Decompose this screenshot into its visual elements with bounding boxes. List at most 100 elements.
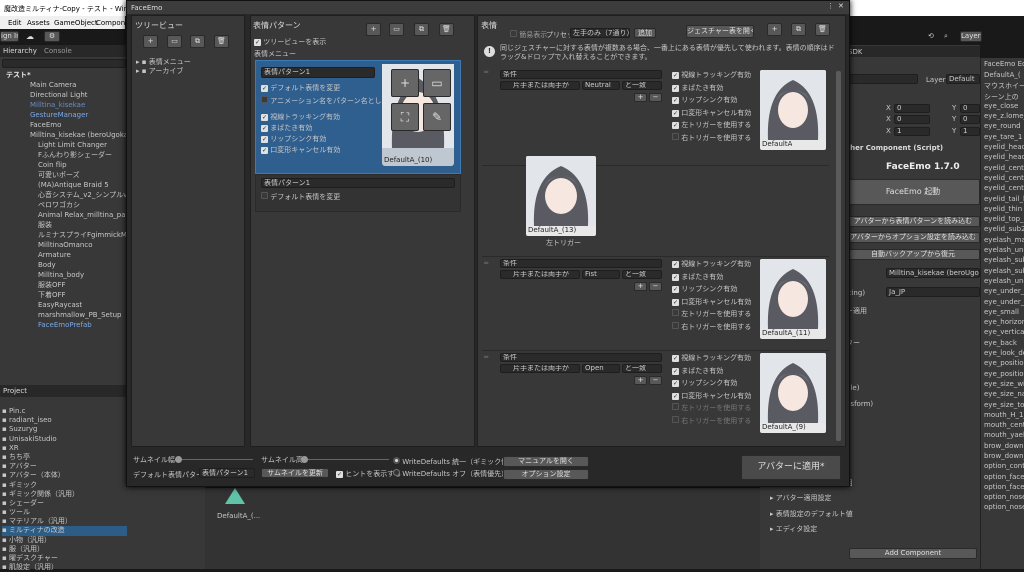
hand-dropdown[interactable]: 片手または両手が bbox=[500, 81, 580, 90]
list-item[interactable]: mouth_yaeb bbox=[984, 431, 1024, 441]
tree-item[interactable]: Milltina_kisekae bbox=[0, 100, 128, 110]
delete-icon[interactable]: 🗑 bbox=[214, 35, 229, 48]
tree-item[interactable]: 下着OFF bbox=[0, 290, 128, 300]
simple-view-checkbox[interactable]: 簡易表示 bbox=[510, 30, 547, 40]
folder-item[interactable]: ▪ ミルティナの改造 bbox=[2, 526, 127, 536]
match-dropdown[interactable]: と一致 bbox=[622, 364, 662, 373]
tree-item[interactable]: 服装 bbox=[0, 220, 128, 230]
default-thumbnail[interactable]: DefaultA_(13) bbox=[526, 156, 596, 236]
list-item[interactable]: eyelash_mai bbox=[984, 236, 1024, 246]
list-item[interactable]: eyelid_top_li bbox=[984, 215, 1024, 225]
remove-condition-icon[interactable]: − bbox=[649, 93, 662, 102]
restore-backup-button[interactable]: 自動バックアップから復元 bbox=[846, 249, 980, 260]
option-checkbox[interactable]: ✓ 口変形キャンセル有効 bbox=[672, 297, 760, 310]
add-component-button[interactable]: Add Component bbox=[849, 548, 977, 559]
list-item[interactable]: eye_size_nar bbox=[984, 390, 1024, 400]
option-checkbox[interactable]: 右トリガーを使用する bbox=[672, 321, 760, 335]
delete-expression-icon[interactable]: 🗑 bbox=[815, 23, 830, 36]
match-dropdown[interactable]: と一致 bbox=[622, 81, 662, 90]
list-item[interactable]: eye_small bbox=[984, 308, 1024, 318]
list-item[interactable]: eye_horizont bbox=[984, 318, 1024, 328]
list-item[interactable]: eyelid_head_ bbox=[984, 143, 1024, 153]
expression-row[interactable]: ═ 条件 片手または両手が Open と一致 + − ✓ 視線トラッキング有効 … bbox=[482, 350, 829, 444]
list-item[interactable]: eyelid_thin bbox=[984, 205, 1024, 215]
gesture-dropdown[interactable]: Open bbox=[582, 364, 620, 373]
tree-item[interactable]: GestureManager bbox=[0, 110, 128, 120]
foldout-apply-settings[interactable]: ▸ アバター適用設定 bbox=[770, 493, 831, 503]
show-tree-checkbox[interactable]: ✓ ツリービューを表示 bbox=[254, 37, 326, 47]
asset-label[interactable]: DefaultA_(... bbox=[217, 512, 260, 520]
option-checkbox[interactable]: 右トリガーを使用する bbox=[672, 132, 760, 146]
folder-item[interactable]: ▪ 服（汎用） bbox=[2, 545, 127, 554]
tree-item[interactable]: ペロワゴカシ bbox=[0, 200, 128, 210]
scale-y-field[interactable]: 1 bbox=[960, 127, 980, 136]
slider-handle[interactable] bbox=[301, 456, 308, 463]
list-item[interactable]: eyelash_unde bbox=[984, 246, 1024, 256]
tree-item[interactable]: Directional Light bbox=[0, 90, 128, 100]
foldout-editor-settings[interactable]: ▸ エディタ設定 bbox=[770, 524, 817, 534]
settings-icon[interactable]: ⚙ bbox=[44, 31, 60, 42]
list-item[interactable]: option_nose_ bbox=[984, 503, 1024, 513]
copy-expression-icon[interactable]: ⧉ bbox=[791, 23, 806, 36]
list-item[interactable]: eye_z.lome_ bbox=[984, 112, 1024, 122]
list-item[interactable]: eye_tare_1 bbox=[984, 133, 1024, 143]
drag-handle-icon[interactable]: ═ bbox=[484, 259, 488, 267]
thumb-width-slider[interactable] bbox=[175, 459, 253, 460]
folder-item[interactable]: ▪ 肌設定（汎用） bbox=[2, 563, 127, 572]
tree-item[interactable]: Milltina_body bbox=[0, 270, 128, 280]
add-image-icon[interactable]: + bbox=[391, 69, 419, 97]
tree-item[interactable]: Coin flip bbox=[0, 160, 128, 170]
drag-handle-icon[interactable]: ═ bbox=[484, 68, 488, 76]
option-checkbox[interactable]: ✓ まばたき有効 bbox=[672, 272, 760, 285]
expression-thumbnail[interactable]: DefaultA_(11) bbox=[760, 259, 826, 339]
update-thumbnail-button[interactable]: サムネイルを更新 bbox=[261, 468, 329, 478]
option-checkbox[interactable]: ✓ まばたき有効 bbox=[261, 123, 312, 133]
expression-row[interactable]: ═ 条件 片手または両手が Fist と一致 + − ✓ 視線トラッキング有効 … bbox=[482, 256, 829, 350]
tab-console[interactable]: Console bbox=[44, 47, 72, 55]
list-item[interactable]: eye_under_c bbox=[984, 287, 1024, 297]
pattern-card[interactable]: 表情パターン1 デフォルト表情を変更 bbox=[255, 174, 461, 212]
tree-item[interactable]: MilltinaOmanco bbox=[0, 240, 128, 250]
add-menu-icon[interactable]: + bbox=[143, 35, 158, 48]
position-y-field[interactable]: 0 bbox=[960, 104, 980, 113]
tree-item[interactable]: (MA)Antique Braid 5 bbox=[0, 180, 128, 190]
remove-condition-icon[interactable]: − bbox=[649, 282, 662, 291]
tree-item[interactable]: ルミナスプライFgimmickMA bbox=[0, 230, 128, 240]
add-condition-icon[interactable]: + bbox=[634, 282, 647, 291]
hand-dropdown[interactable]: 片手または両手が bbox=[500, 270, 580, 279]
hand-dropdown[interactable]: 片手または両手が bbox=[500, 364, 580, 373]
expression-thumbnail[interactable]: DefaultA bbox=[760, 70, 826, 150]
capture-icon[interactable]: ⛶ bbox=[391, 103, 419, 131]
copy-pattern-icon[interactable]: ⧉ bbox=[414, 23, 429, 36]
copy-icon[interactable]: ⧉ bbox=[190, 35, 205, 48]
option-checkbox[interactable]: ✓ 口変形キャンセル有効 bbox=[672, 391, 760, 404]
list-item[interactable]: brow_down_t bbox=[984, 452, 1024, 462]
menu-gameobject[interactable]: GameObject bbox=[54, 19, 98, 27]
default-pattern-dropdown[interactable]: 表情パターン1 bbox=[199, 468, 255, 478]
tree-item[interactable]: 心音システム_v2_シンプルver bbox=[0, 190, 128, 200]
add-condition-icon[interactable]: + bbox=[634, 376, 647, 385]
list-item[interactable]: brow_down bbox=[984, 442, 1024, 452]
menu-component[interactable]: Compone bbox=[96, 19, 129, 27]
folder-item[interactable]: ▪ ツール bbox=[2, 508, 127, 517]
list-item[interactable]: eye_close bbox=[984, 102, 1024, 112]
tree-item[interactable]: 服装OFF bbox=[0, 280, 128, 290]
folder-item[interactable]: ▪ シェーダー bbox=[2, 499, 127, 508]
tree-item[interactable]: Animal Relax_milltina_panda bbox=[0, 210, 128, 220]
option-checkbox[interactable]: ✓ 視線トラッキング有効 bbox=[672, 259, 760, 272]
folder-item[interactable]: ▪ radiant_iseo bbox=[2, 416, 127, 425]
tree-item[interactable]: Milltina_kisekae (beroUgokashi bbox=[0, 130, 128, 140]
scale-x-field[interactable]: 1 bbox=[894, 127, 930, 136]
option-checkbox[interactable]: ✓ まばたき有効 bbox=[672, 83, 760, 96]
list-item[interactable]: eyelid_cente bbox=[984, 184, 1024, 194]
tree-item[interactable]: 可愛いポーズ bbox=[0, 170, 128, 180]
rotation-x-field[interactable]: 0 bbox=[894, 115, 930, 124]
list-item[interactable]: eye_look_do bbox=[984, 349, 1024, 359]
folder-item[interactable]: ▪ アバター bbox=[2, 462, 127, 471]
tree-item[interactable]: Fふんわり影シェーダー bbox=[0, 150, 128, 160]
folder-item[interactable]: ▪ XR bbox=[2, 444, 127, 453]
more-icon[interactable]: ⋮ bbox=[827, 2, 834, 10]
tab-sdk[interactable]: SDK bbox=[848, 48, 862, 56]
expression-row[interactable]: ═ 条件 片手または両手が Neutral と一致 + − ✓ 視線トラッキング… bbox=[482, 68, 829, 247]
tree-item[interactable]: Light Limit Changer bbox=[0, 140, 128, 150]
